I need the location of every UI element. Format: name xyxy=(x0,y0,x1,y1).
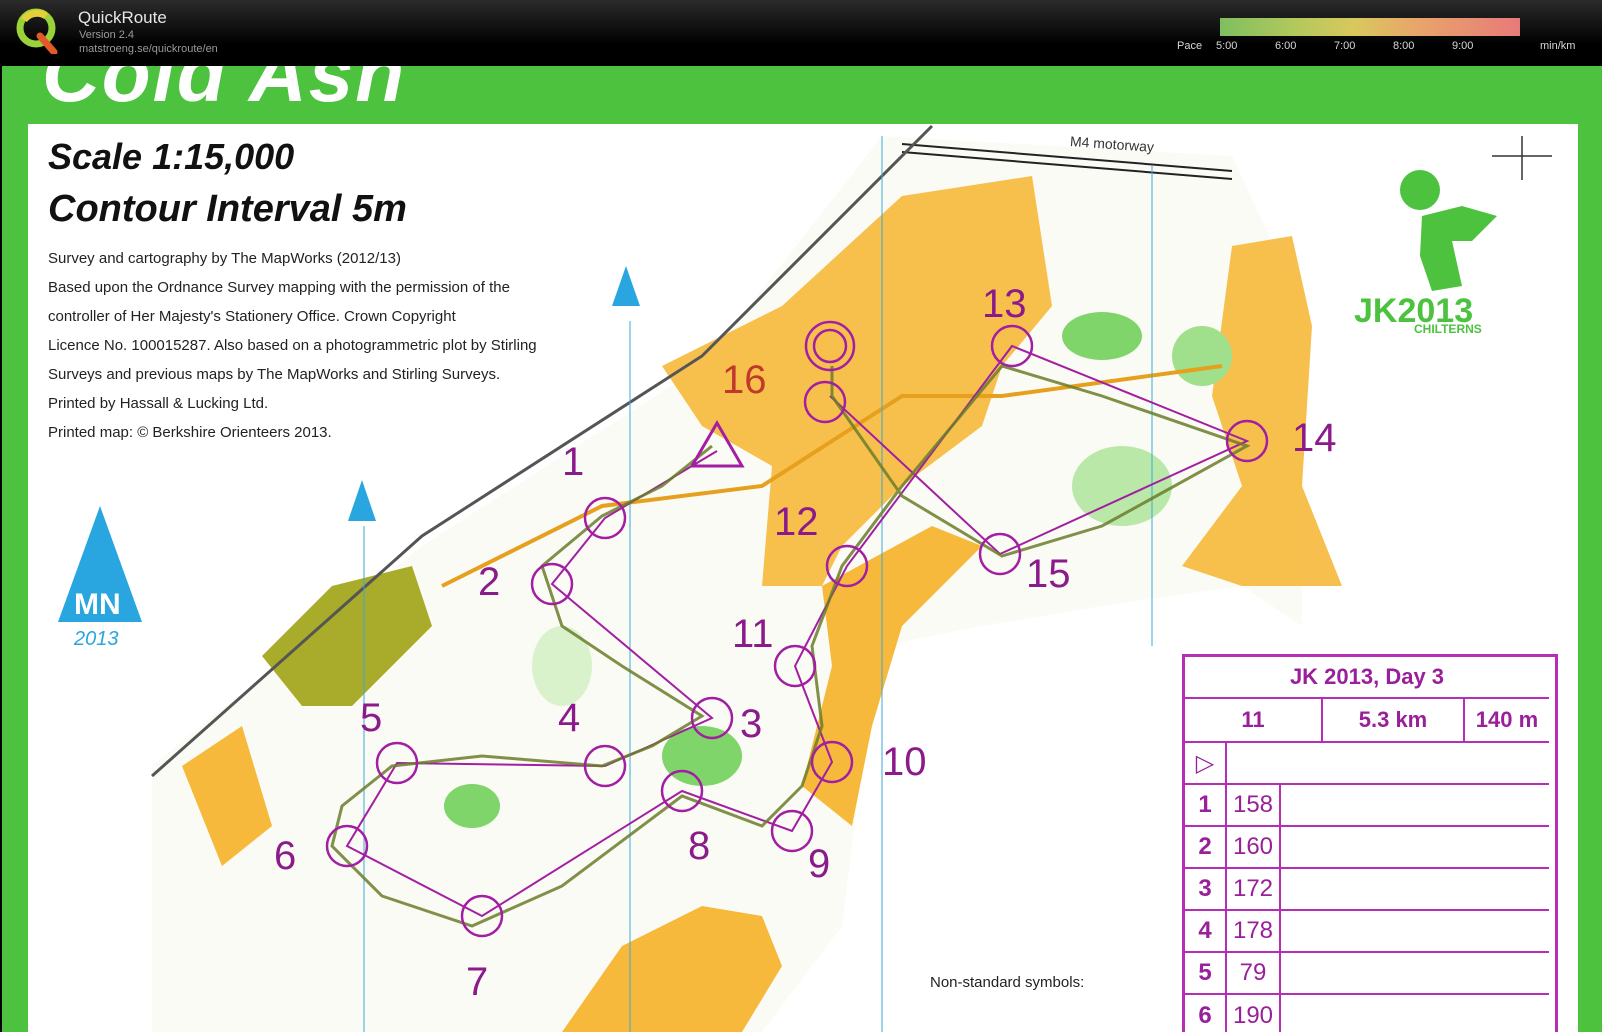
cd-row-symbols xyxy=(1281,995,1549,1032)
map-canvas[interactable]: Cold Ash Scale 1:15,000 Contour Interval… xyxy=(2,66,1602,1032)
cd-row-symbols xyxy=(1281,827,1549,869)
map-banner-title: Cold Ash xyxy=(42,66,407,118)
control-number: 12 xyxy=(774,500,819,544)
quickroute-logo-icon xyxy=(16,8,58,54)
control-number: 4 xyxy=(558,696,581,740)
cd-row-code: 158 xyxy=(1227,785,1281,827)
control-number: 15 xyxy=(1026,552,1071,596)
map-credit-line: Surveys and previous maps by The MapWork… xyxy=(48,366,501,383)
cd-course: 11 xyxy=(1185,699,1323,743)
cd-row-num: 3 xyxy=(1185,869,1227,911)
vegetation-patch xyxy=(1062,312,1142,360)
pace-tick: 9:00 xyxy=(1452,40,1474,52)
jk-logo-region: CHILTERNS xyxy=(1414,322,1482,336)
control-number: 2 xyxy=(478,560,501,604)
control-number: 10 xyxy=(882,740,927,784)
control-number: 13 xyxy=(982,282,1027,326)
map-credit-line: controller of Her Majesty's Stationery O… xyxy=(48,308,456,325)
cd-start-row xyxy=(1227,743,1549,785)
jk-logo-icon xyxy=(1400,170,1440,210)
pace-tick: 5:00 xyxy=(1216,40,1238,52)
control-number: 14 xyxy=(1292,416,1337,460)
vegetation-patch xyxy=(1172,326,1232,386)
pace-unit: min/km xyxy=(1540,40,1576,52)
control-number: 8 xyxy=(688,824,711,868)
map-credit-line: Licence No. 100015287. Also based on a p… xyxy=(48,337,537,354)
control-number: 16 xyxy=(722,358,767,402)
app-title: QuickRoute xyxy=(78,8,167,27)
cd-row-symbols xyxy=(1281,869,1549,911)
map-scale: Scale 1:15,000 xyxy=(48,136,295,177)
cd-row-num: 4 xyxy=(1185,911,1227,953)
control-number: 7 xyxy=(466,960,489,1004)
title-bar: QuickRoute Version 2.4 matstroeng.se/qui… xyxy=(0,0,1602,64)
vegetation-patch xyxy=(444,784,500,828)
control-number: 5 xyxy=(360,696,383,740)
cd-start-icon: ▷ xyxy=(1185,743,1227,785)
vegetation-patch xyxy=(532,626,592,706)
cd-row-code: 178 xyxy=(1227,911,1281,953)
magnetic-north-year: 2013 xyxy=(74,628,119,650)
cd-row-code: 172 xyxy=(1227,869,1281,911)
pace-label: Pace xyxy=(1177,40,1203,52)
app-url[interactable]: matstroeng.se/quickroute/en xyxy=(79,43,218,55)
cd-length: 5.3 km xyxy=(1323,699,1465,743)
cd-row-num: 6 xyxy=(1185,995,1227,1032)
cd-row-num: 5 xyxy=(1185,953,1227,995)
cd-row-num: 2 xyxy=(1185,827,1227,869)
pace-tick: 8:00 xyxy=(1393,40,1415,52)
cd-row-symbols xyxy=(1281,785,1549,827)
cd-row-symbols xyxy=(1281,953,1549,995)
non-standard-symbols-label: Non-standard symbols: xyxy=(930,974,1085,991)
cd-row-symbols xyxy=(1281,911,1549,953)
magnetic-north-label: MN xyxy=(74,588,121,621)
pace-color-scale xyxy=(1220,18,1520,36)
map-credit-line: Printed map: © Berkshire Orienteers 2013… xyxy=(48,424,332,441)
cd-row-code: 79 xyxy=(1227,953,1281,995)
control-number: 1 xyxy=(562,440,585,484)
cd-row-code: 190 xyxy=(1227,995,1281,1032)
map-credit-line: Printed by Hassall & Lucking Ltd. xyxy=(48,395,269,412)
control-number: 6 xyxy=(274,834,297,878)
map-credit-line: Based upon the Ordnance Survey mapping w… xyxy=(48,279,510,296)
cd-climb: 140 m xyxy=(1465,699,1549,743)
control-number: 3 xyxy=(740,702,763,746)
cd-row-num: 1 xyxy=(1185,785,1227,827)
map-contour-interval: Contour Interval 5m xyxy=(48,188,407,230)
control-number: 9 xyxy=(808,842,831,886)
app-version: Version 2.4 xyxy=(79,29,135,41)
control-number: 11 xyxy=(732,612,774,656)
map-credit-line: Survey and cartography by The MapWorks (… xyxy=(48,250,401,267)
pace-tick: 6:00 xyxy=(1275,40,1297,52)
control-description-table: JK 2013, Day 3 11 5.3 km 140 m ▷ 1 158 2… xyxy=(1182,654,1558,1032)
cd-title: JK 2013, Day 3 xyxy=(1185,657,1549,699)
pace-tick: 7:00 xyxy=(1334,40,1356,52)
cd-row-code: 160 xyxy=(1227,827,1281,869)
